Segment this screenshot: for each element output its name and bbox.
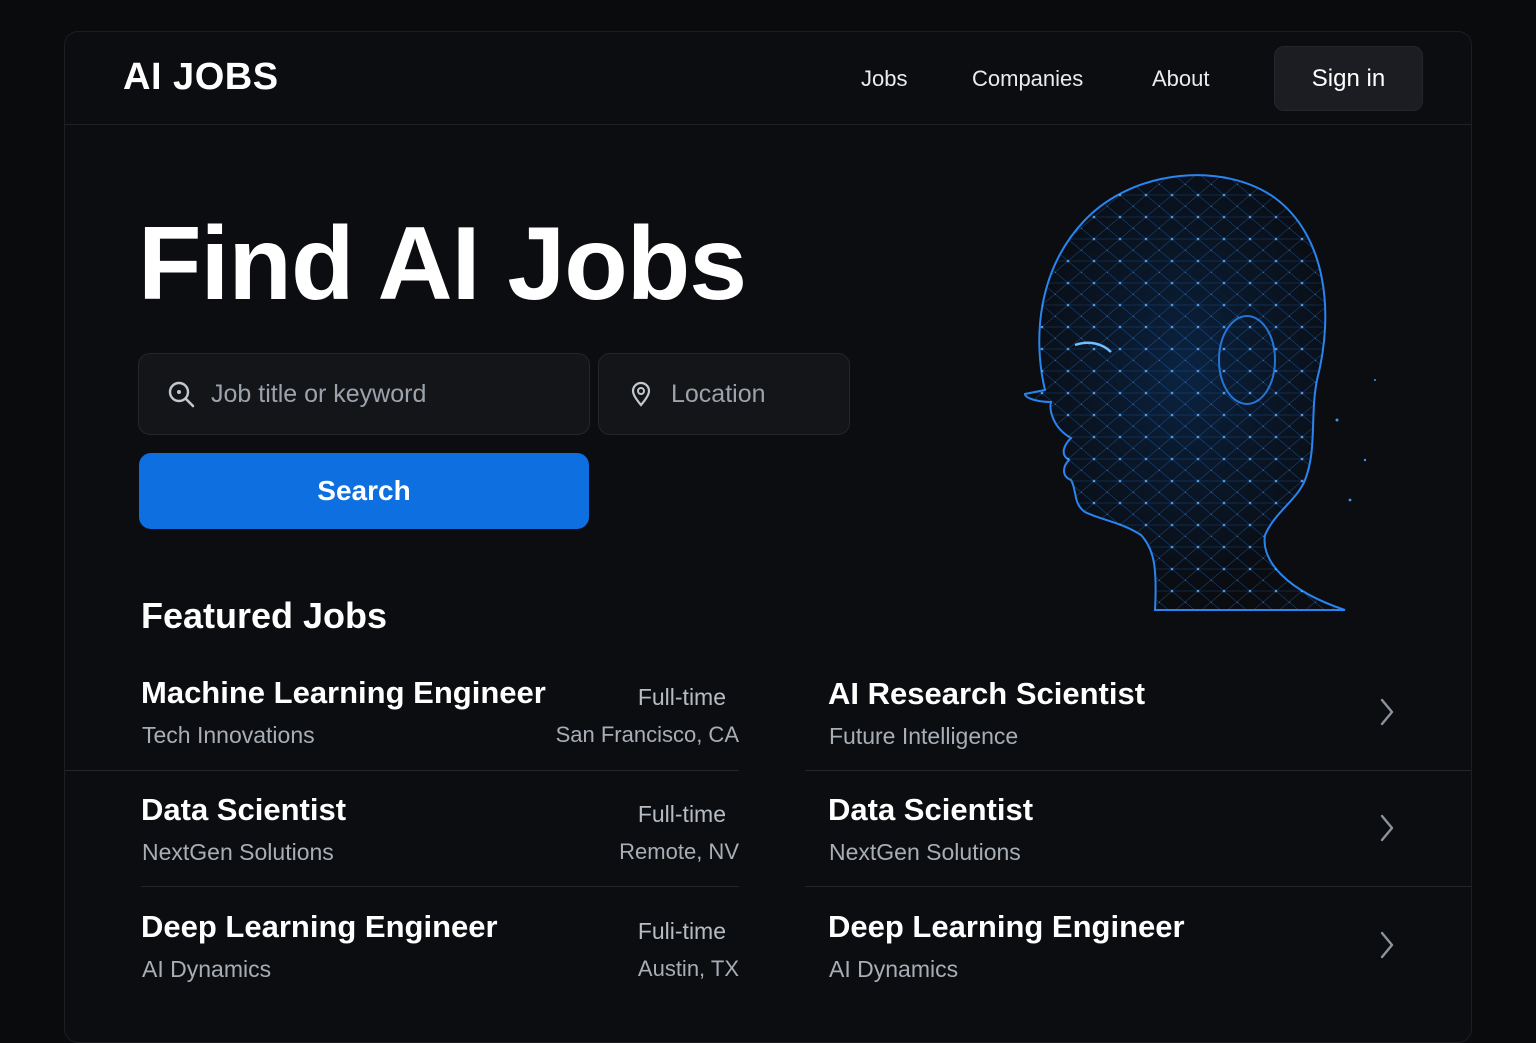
job-card[interactable]: AI Research Scientist Future Intelligenc… bbox=[828, 676, 1398, 792]
job-title: Machine Learning Engineer bbox=[141, 675, 546, 710]
job-card[interactable]: Deep Learning Engineer AI Dynamics Fuli-… bbox=[141, 909, 739, 1025]
app-frame: AI JOBS Jobs Companies About Sign in Fin… bbox=[64, 31, 1472, 1043]
location-search-field[interactable] bbox=[598, 353, 850, 435]
job-company: NextGen Solutions bbox=[142, 839, 334, 865]
job-title: Data Scientist bbox=[828, 792, 1034, 827]
job-title: AI Research Scientist bbox=[828, 676, 1146, 711]
job-company: Tech Innovations bbox=[142, 722, 315, 748]
keyword-input[interactable] bbox=[209, 378, 543, 410]
job-location: San Francisco, CA bbox=[555, 722, 739, 747]
keyword-search-field[interactable] bbox=[138, 353, 590, 435]
chevron-right-icon[interactable] bbox=[1376, 810, 1398, 846]
divider bbox=[805, 886, 1471, 887]
featured-jobs-heading: Featured Jobs bbox=[141, 595, 388, 636]
hero-title: Find AI Jobs bbox=[138, 206, 747, 322]
job-card[interactable]: Machine Learning Engineer Tech Innovatio… bbox=[141, 675, 739, 791]
sign-in-button[interactable]: Sign in bbox=[1274, 46, 1423, 111]
job-company: AI Dynamics bbox=[142, 956, 272, 982]
divider bbox=[141, 886, 739, 887]
job-company: AI Dynamics bbox=[829, 956, 959, 982]
job-company: Future Intelligence bbox=[829, 723, 1019, 749]
job-location: Remote, NV bbox=[619, 839, 739, 864]
location-input[interactable] bbox=[669, 378, 833, 410]
search-icon bbox=[167, 380, 195, 408]
search-button[interactable]: Search bbox=[139, 453, 589, 529]
divider bbox=[65, 770, 739, 771]
job-card[interactable]: Data Scientist NextGen Solutions Full-ti… bbox=[141, 792, 739, 908]
top-navigation: AI JOBS Jobs Companies About Sign in bbox=[65, 32, 1471, 125]
logo[interactable]: AI JOBS bbox=[123, 56, 279, 99]
chevron-right-icon[interactable] bbox=[1376, 694, 1398, 730]
job-type: Full-time bbox=[637, 801, 726, 827]
divider bbox=[805, 770, 1471, 771]
job-location: Austin, TX bbox=[637, 956, 739, 981]
nav-jobs[interactable]: Jobs bbox=[861, 66, 907, 92]
nav-companies[interactable]: Companies bbox=[972, 66, 1083, 92]
job-card[interactable]: Data Scientist NextGen Solutions bbox=[828, 792, 1398, 908]
nav-about[interactable]: About bbox=[1152, 66, 1210, 92]
job-type: Full-time bbox=[637, 684, 726, 710]
ai-head-illustration bbox=[1023, 174, 1376, 611]
job-title: Deep Learning Engineer bbox=[141, 909, 498, 944]
job-company: NextGen Solutions bbox=[829, 839, 1021, 865]
job-title: Deep Learning Engineer bbox=[828, 909, 1185, 944]
job-title: Data Scientist bbox=[141, 792, 347, 827]
job-type: Fuli-time bbox=[637, 918, 726, 944]
chevron-right-icon[interactable] bbox=[1376, 927, 1398, 963]
location-pin-icon bbox=[627, 380, 655, 408]
job-card[interactable]: Deep Learning Engineer AI Dynamics bbox=[828, 909, 1398, 1025]
